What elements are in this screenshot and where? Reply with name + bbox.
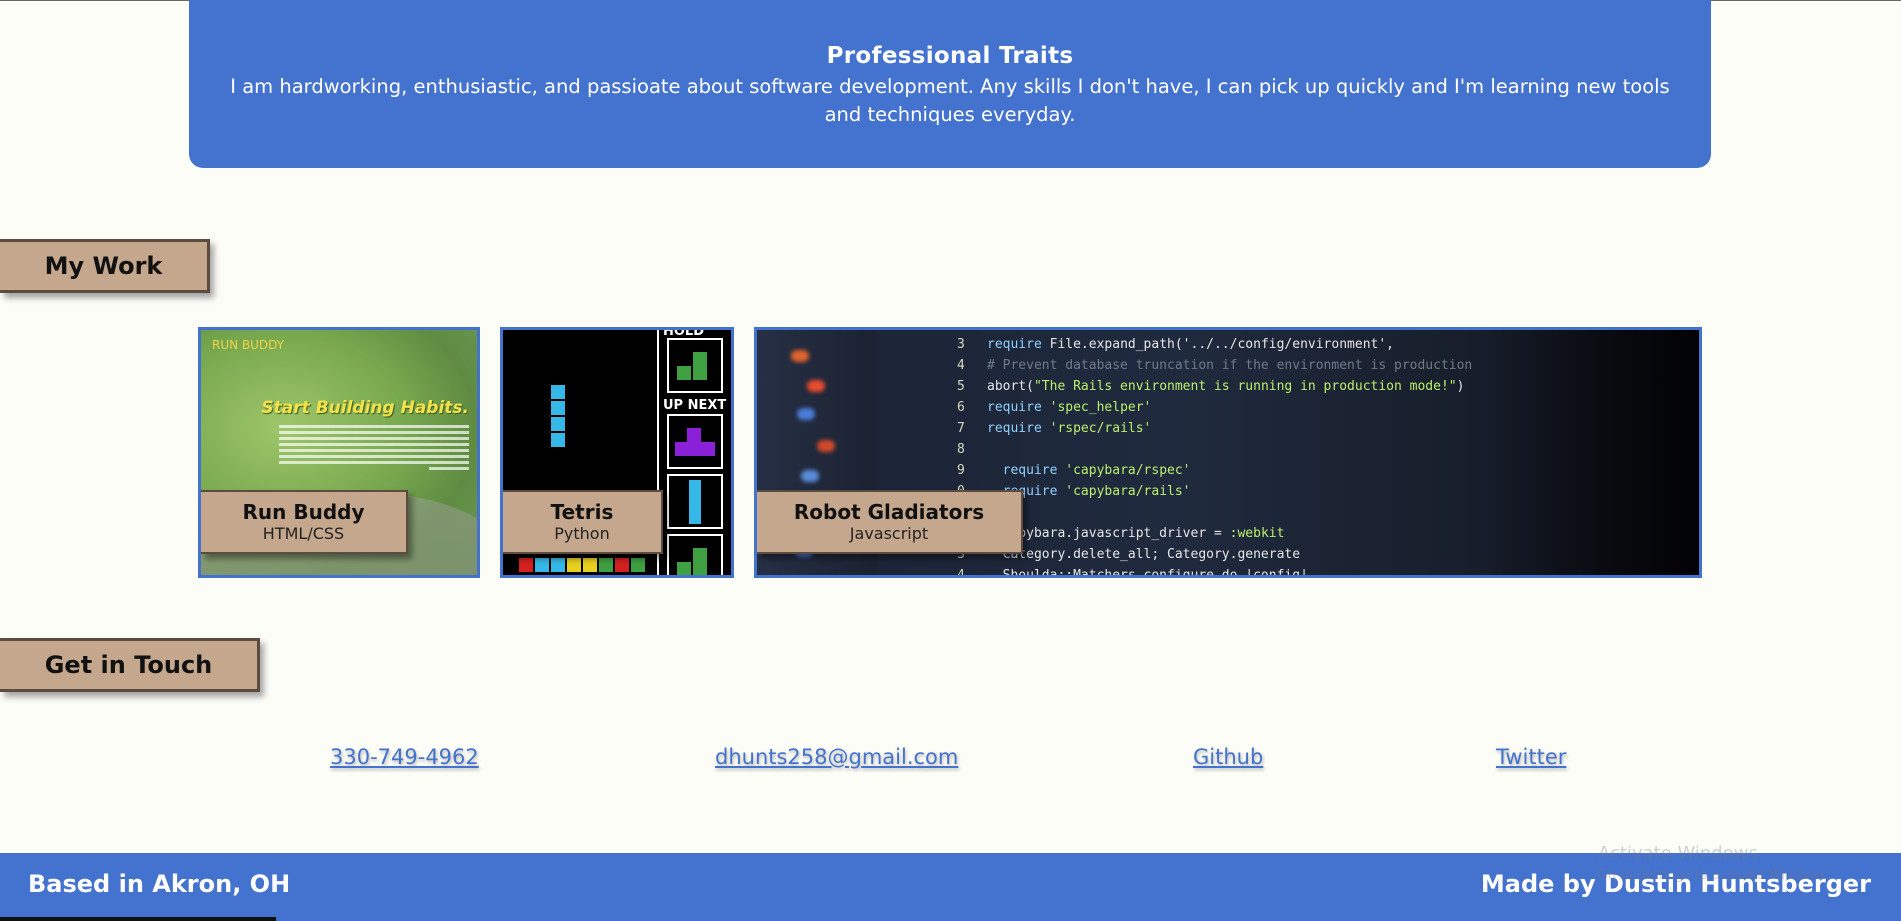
project-language: Python [554,524,610,543]
project-label-tetris: Tetris Python [503,490,663,554]
get-in-touch-heading: Get in Touch [0,638,260,692]
run-buddy-logo: RUN BUDDY [212,338,285,352]
project-label-run-buddy: Run Buddy HTML/CSS [201,490,408,554]
project-card-tetris[interactable]: HOLD UP NEXT Tetris Python [500,327,734,578]
taskbar-edge [0,917,276,921]
project-name: Run Buddy [242,500,365,524]
footer-location: Based in Akron, OH [28,870,291,898]
twitter-link[interactable]: Twitter [1496,745,1566,769]
project-card-robot-gladiators[interactable]: 3 require File.expand_path('../../config/… [754,327,1702,578]
run-buddy-body-text [279,422,469,470]
project-card-run-buddy[interactable]: RUN BUDDY Start Building Habits. Run Bud… [198,327,480,578]
activate-windows-watermark: Activate Windows Go to Settings to activ… [1598,843,1831,883]
project-name: Tetris [550,500,614,524]
traits-title: Professional Traits [826,43,1074,69]
project-language: HTML/CSS [262,524,345,543]
tetris-up-next-label: UP NEXT [663,398,727,413]
traits-text: I am hardworking, enthusiastic, and pass… [230,75,1670,126]
project-language: Javascript [849,524,929,543]
professional-traits-card: Professional Traits I am hardworking, en… [189,0,1711,168]
my-work-heading: My Work [0,239,210,293]
project-name: Robot Gladiators [793,500,985,524]
github-link[interactable]: Github [1193,745,1263,769]
project-label-robot-gladiators: Robot Gladiators Javascript [757,490,1023,554]
watermark-subtitle: Go to Settings to activate Windows. [1598,868,1831,883]
run-buddy-headline: Start Building Habits. [261,398,469,418]
phone-link[interactable]: 330-749-4962 [330,745,479,769]
watermark-title: Activate Windows [1598,843,1758,864]
email-link[interactable]: dhunts258@gmail.com [715,745,958,769]
